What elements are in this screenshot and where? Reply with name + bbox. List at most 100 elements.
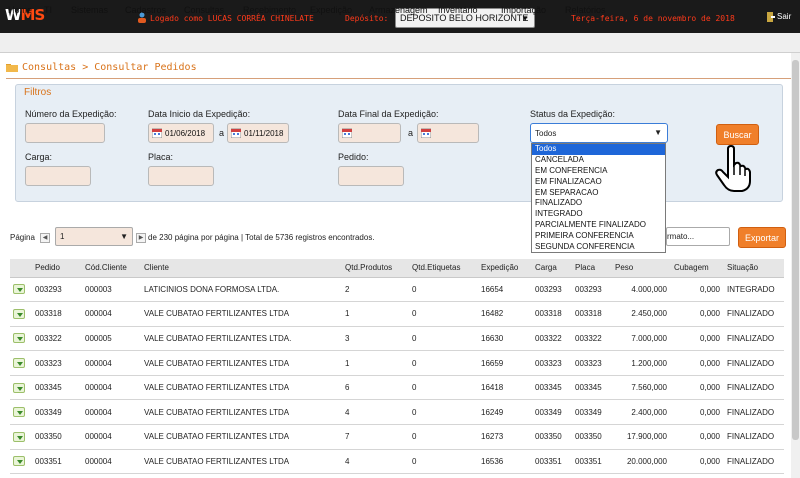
table-row[interactable]: 003293 000003 LATICINIOS DONA FORMOSA LT… bbox=[10, 277, 784, 303]
exportar-button[interactable]: Exportar bbox=[738, 227, 786, 248]
date-separator: a bbox=[219, 128, 225, 138]
menu-home[interactable]: Home bbox=[8, 5, 32, 15]
pedido-label: Pedido: bbox=[338, 152, 369, 162]
col-header-situacao[interactable]: Situação bbox=[724, 259, 784, 278]
cell-placa: 003351 bbox=[572, 449, 612, 475]
table-row[interactable]: 003323 000004 VALE CUBATAO FERTILIZANTES… bbox=[10, 350, 784, 376]
logged-user-text: Logado como LUCAS CORRÊA CHINELATE bbox=[150, 14, 314, 23]
col-header-placa[interactable]: Placa bbox=[572, 259, 612, 278]
col-header-cod-cliente[interactable]: Cód.Cliente bbox=[82, 259, 141, 278]
status-option[interactable]: CANCELADA bbox=[532, 155, 665, 166]
data-inicio-to-input[interactable]: 01/11/2018 bbox=[227, 123, 289, 143]
col-header-cubagem[interactable]: Cubagem bbox=[671, 259, 724, 278]
numero-expedicao-input[interactable] bbox=[25, 123, 105, 143]
expand-row-icon[interactable] bbox=[13, 382, 25, 393]
expand-row-icon[interactable] bbox=[13, 431, 25, 442]
col-header-expedicao[interactable]: Expedição bbox=[478, 259, 532, 278]
table-row[interactable]: 003322 000005 VALE CUBATAO FERTILIZANTES… bbox=[10, 326, 784, 352]
next-page-icon[interactable]: ▶ bbox=[136, 233, 146, 243]
cell-cubagem: 0,000 bbox=[671, 399, 724, 426]
cell-cubagem: 0,000 bbox=[671, 301, 724, 327]
col-header-peso[interactable]: Peso bbox=[612, 259, 671, 278]
cell-placa: 003322 bbox=[572, 326, 612, 352]
table-row[interactable]: 003349 000004 VALE CUBATAO FERTILIZANTES… bbox=[10, 399, 784, 426]
cell-placa: 003349 bbox=[572, 399, 612, 426]
expand-row-icon[interactable] bbox=[13, 456, 25, 467]
calendar-icon[interactable] bbox=[421, 128, 431, 138]
carga-input[interactable] bbox=[25, 166, 91, 186]
chevron-down-icon: ▼ bbox=[521, 14, 529, 23]
menu-sistemas[interactable]: Sistemas bbox=[71, 5, 108, 15]
cell-carga: 003350 bbox=[532, 424, 572, 450]
exit-icon[interactable] bbox=[767, 12, 775, 22]
format-select[interactable]: rmato... bbox=[666, 227, 730, 246]
table-row[interactable]: 003350 000004 VALE CUBATAO FERTILIZANTES… bbox=[10, 424, 784, 450]
menu-armazenagem[interactable]: Armazenagem bbox=[369, 5, 428, 15]
expand-row-icon[interactable] bbox=[13, 284, 25, 295]
expand-row-icon[interactable] bbox=[13, 333, 25, 344]
scrollbar-thumb[interactable] bbox=[792, 60, 799, 440]
col-header-qtd-etiquetas[interactable]: Qtd.Etiquetas bbox=[409, 259, 478, 278]
exit-link[interactable]: Sair bbox=[777, 12, 791, 21]
data-final-to-input[interactable] bbox=[417, 123, 479, 143]
calendar-icon[interactable] bbox=[152, 128, 162, 138]
menu-relatorios[interactable]: Relatórios bbox=[565, 5, 606, 15]
cell-pedido: 003322 bbox=[32, 326, 82, 352]
table-header-row: Pedido Cód.Cliente Cliente Qtd.Produtos … bbox=[10, 259, 784, 278]
cell-expedicao: 16659 bbox=[478, 350, 532, 376]
cell-carga: 003322 bbox=[532, 326, 572, 352]
cell-pedido: 003318 bbox=[32, 301, 82, 327]
col-header-carga[interactable]: Carga bbox=[532, 259, 572, 278]
status-option[interactable]: PARCIALMENTE FINALIZADO bbox=[532, 220, 665, 231]
cell-qtd-produtos: 1 bbox=[342, 350, 409, 376]
table-row[interactable]: 003351 000004 VALE CUBATAO FERTILIZANTES… bbox=[10, 449, 784, 475]
status-option[interactable]: EM CONFERENCIA bbox=[532, 166, 665, 177]
cell-qtd-produtos: 1 bbox=[342, 301, 409, 327]
col-header-cliente[interactable]: Cliente bbox=[141, 259, 342, 278]
breadcrumb: Consultas > Consultar Pedidos bbox=[22, 62, 197, 73]
menu-importacao[interactable]: Importação bbox=[501, 5, 546, 15]
menu-consultas[interactable]: Consultas bbox=[184, 5, 224, 15]
status-select[interactable]: Todos ▼ bbox=[530, 123, 668, 143]
page-select[interactable]: 1 ▼ bbox=[55, 227, 133, 246]
calendar-icon[interactable] bbox=[231, 128, 241, 138]
cell-peso: 17.900,000 bbox=[612, 424, 671, 450]
menu-recebimento[interactable]: Recebimento bbox=[243, 5, 296, 15]
status-option[interactable]: SEGUNDA CONFERENCIA bbox=[532, 242, 665, 253]
buscar-button[interactable]: Buscar bbox=[716, 124, 759, 145]
status-option[interactable]: INTEGRADO bbox=[532, 209, 665, 220]
data-inicio-from-input[interactable]: 01/06/2018 bbox=[148, 123, 214, 143]
calendar-icon[interactable] bbox=[342, 128, 352, 138]
cell-qtd-etiquetas: 0 bbox=[409, 424, 478, 450]
cell-peso: 1.200,000 bbox=[612, 350, 671, 376]
table-row[interactable]: 003345 000004 VALE CUBATAO FERTILIZANTES… bbox=[10, 375, 784, 401]
menu-ti[interactable]: TI bbox=[44, 5, 52, 15]
cell-carga: 003345 bbox=[532, 375, 572, 401]
data-final-label: Data Final da Expedição: bbox=[338, 109, 439, 119]
cell-peso: 7.000,000 bbox=[612, 326, 671, 352]
menu-expedicao[interactable]: Expedição bbox=[310, 5, 352, 15]
status-option[interactable]: PRIMEIRA CONFERENCIA bbox=[532, 231, 665, 242]
status-option[interactable]: FINALIZADO bbox=[532, 198, 665, 209]
menu-inventario[interactable]: Inventário bbox=[438, 5, 478, 15]
placa-input[interactable] bbox=[148, 166, 214, 186]
menu-cadastros[interactable]: Cadastros bbox=[125, 5, 166, 15]
expand-row-icon[interactable] bbox=[13, 358, 25, 369]
status-option[interactable]: Todos bbox=[532, 144, 665, 155]
status-option[interactable]: EM FINALIZACAO bbox=[532, 177, 665, 188]
cell-cod-cliente: 000004 bbox=[82, 350, 141, 376]
status-dropdown: Todos CANCELADA EM CONFERENCIA EM FINALI… bbox=[531, 143, 666, 253]
expand-row-icon[interactable] bbox=[13, 308, 25, 319]
status-option[interactable]: EM SEPARACAO bbox=[532, 188, 665, 199]
cell-carga: 003323 bbox=[532, 350, 572, 376]
cell-carga: 003349 bbox=[532, 399, 572, 426]
data-final-from-input[interactable] bbox=[338, 123, 401, 143]
carga-label: Carga: bbox=[25, 152, 53, 162]
table-row[interactable]: 003318 000004 VALE CUBATAO FERTILIZANTES… bbox=[10, 301, 784, 327]
cell-placa: 003350 bbox=[572, 424, 612, 450]
expand-row-icon[interactable] bbox=[13, 407, 25, 418]
pedido-input[interactable] bbox=[338, 166, 404, 186]
prev-page-icon[interactable]: ◀ bbox=[40, 233, 50, 243]
col-header-qtd-produtos[interactable]: Qtd.Produtos bbox=[342, 259, 409, 278]
col-header-pedido[interactable]: Pedido bbox=[32, 259, 82, 278]
